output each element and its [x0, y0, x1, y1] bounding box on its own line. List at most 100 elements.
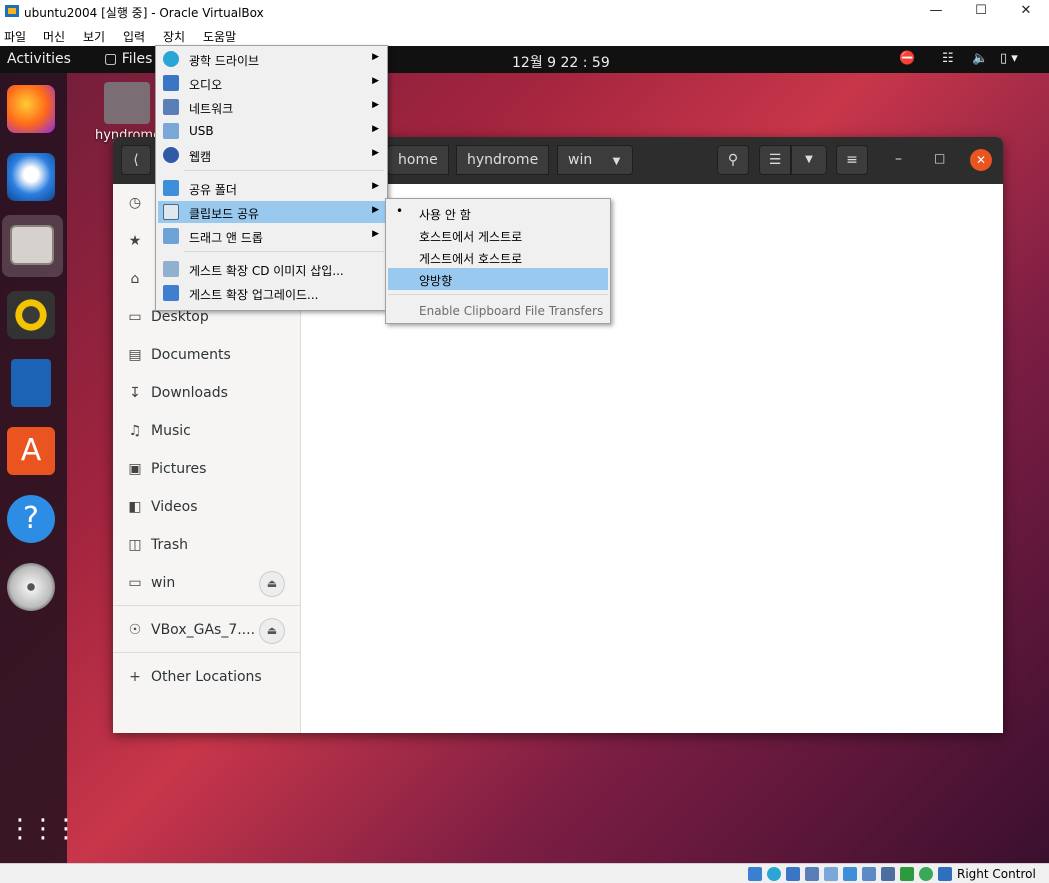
menu-item-bidirectional[interactable]: 양방향 [388, 268, 608, 290]
menu-view[interactable]: 보기 [83, 28, 105, 45]
cpu-icon[interactable] [900, 867, 914, 881]
sidebar-item-label: Videos [151, 499, 198, 515]
sidebar-item-music[interactable]: ♫ Music [113, 413, 301, 451]
menu-item-label: 호스트에서 게스트로 [419, 230, 523, 244]
menu-item-network[interactable]: 네트워크 ▶ [158, 96, 385, 118]
software-center-icon[interactable]: A [7, 427, 55, 475]
minimize-button[interactable]: – [895, 151, 902, 167]
upgrade-icon [163, 285, 179, 301]
breadcrumb-win[interactable]: win ▼ [557, 145, 633, 175]
menu-devices[interactable]: 장치 [163, 28, 185, 45]
sidebar-item-downloads[interactable]: ↧ Downloads [113, 375, 301, 413]
network-icon[interactable]: ☷ [942, 51, 954, 66]
search-button[interactable]: ⚲ [717, 145, 749, 175]
sidebar-divider [113, 652, 301, 653]
menu-item-audio[interactable]: 오디오 ▶ [158, 72, 385, 94]
desktop-icon: ▭ [128, 309, 142, 325]
keyboard-capture-icon[interactable] [938, 867, 952, 881]
minimize-button[interactable]: — [913, 0, 959, 24]
menu-item-label: 웹캠 [189, 150, 212, 164]
menu-input[interactable]: 입력 [123, 28, 145, 45]
menu-item-disabled[interactable]: • 사용 안 함 [388, 202, 608, 224]
menu-item-usb[interactable]: USB ▶ [158, 120, 385, 142]
close-button[interactable]: ✕ [1003, 0, 1049, 24]
firefox-icon[interactable] [7, 85, 55, 133]
clock[interactable]: 12월 9 22 : 59 [512, 52, 610, 72]
sidebar-item-win[interactable]: ▭ win ⏏ [113, 565, 301, 603]
usb-icon [163, 123, 179, 139]
menu-item-label: Enable Clipboard File Transfers [419, 304, 604, 318]
sidebar-item-pictures[interactable]: ▣ Pictures [113, 451, 301, 489]
list-view-button[interactable]: ☰ [759, 145, 791, 175]
breadcrumb-hyndrome[interactable]: hyndrome [456, 145, 550, 175]
vbox-statusbar: Right Control [0, 863, 1049, 883]
files-icon [10, 225, 54, 265]
back-button[interactable]: ⟨ [121, 145, 151, 175]
breadcrumb-home[interactable]: home [387, 145, 449, 175]
rhythmbox-icon[interactable] [7, 291, 55, 339]
menu-machine[interactable]: 머신 [43, 28, 65, 45]
sidebar-item-documents[interactable]: ▤ Documents [113, 337, 301, 375]
optical-disc-icon[interactable] [7, 563, 55, 611]
do-not-disturb-icon[interactable]: ⛔ [899, 51, 915, 66]
menu-item-drag-and-drop[interactable]: 드래그 앤 드롭 ▶ [158, 225, 385, 247]
optical-drive-icon[interactable] [767, 867, 781, 881]
maximize-button[interactable]: □ [934, 151, 945, 165]
maximize-button[interactable]: ☐ [958, 0, 1004, 24]
files-dock-item[interactable] [2, 215, 63, 277]
breadcrumb-win-label: win [568, 152, 593, 168]
battery-icon[interactable]: ▯ ▾ [1000, 51, 1018, 66]
menu-item-insert-guest-additions[interactable]: 게스트 확장 CD 이미지 삽입... [158, 258, 385, 280]
sidebar-item-vbox-gas[interactable]: ☉ VBox_GAs_7.... ⏏ [113, 612, 301, 650]
menu-item-label: USB [189, 124, 214, 138]
view-options-button[interactable]: ▼ [791, 145, 827, 175]
menu-help[interactable]: 도움말 [203, 28, 236, 45]
menu-item-upgrade-guest-additions[interactable]: 게스트 확장 업그레이드... [158, 282, 385, 304]
host-key-label: Right Control [957, 867, 1036, 881]
eject-icon[interactable]: ⏏ [259, 571, 285, 597]
thunderbird-icon[interactable] [7, 153, 55, 201]
eject-icon[interactable]: ⏏ [259, 618, 285, 644]
libreoffice-writer-icon[interactable] [11, 359, 51, 407]
clipboard-icon [163, 204, 179, 220]
activities-button[interactable]: Activities [7, 51, 71, 67]
help-icon[interactable]: ? [7, 495, 55, 543]
shared-folder-icon[interactable] [843, 867, 857, 881]
show-applications-icon[interactable]: ⋮⋮⋮ [7, 807, 79, 855]
menu-file[interactable]: 파일 [4, 28, 26, 45]
chevron-down-icon: ▼ [612, 156, 621, 167]
sidebar-item-videos[interactable]: ◧ Videos [113, 489, 301, 527]
close-button[interactable]: ✕ [970, 149, 992, 171]
volume-icon[interactable]: 🔈 [972, 51, 988, 66]
menu-item-label: 드래그 앤 드롭 [189, 231, 263, 245]
audio-icon[interactable] [786, 867, 800, 881]
app-menu-label: Files [121, 51, 153, 67]
webcam-icon [163, 147, 179, 163]
hard-disk-icon[interactable] [748, 867, 762, 881]
usb-icon[interactable] [824, 867, 838, 881]
recording-icon[interactable] [881, 867, 895, 881]
menu-item-guest-to-host[interactable]: 게스트에서 호스트로 [388, 246, 608, 268]
sidebar-item-trash[interactable]: ◫ Trash [113, 527, 301, 565]
sidebar-item-other-locations[interactable]: + Other Locations [113, 659, 301, 697]
menu-item-label: 사용 안 함 [419, 208, 471, 222]
virtualbox-window: { "window": { "title": "ubuntu2004 [실행 중… [0, 0, 1049, 883]
menu-separator [388, 294, 608, 295]
network-icon[interactable] [805, 867, 819, 881]
menu-item-shared-clipboard[interactable]: 클립보드 공유 ▶ [158, 201, 385, 223]
hamburger-menu-button[interactable]: ≡ [836, 145, 868, 175]
menu-item-shared-folders[interactable]: 공유 폴더 ▶ [158, 177, 385, 199]
app-menu[interactable]: ▢ Files [104, 51, 152, 67]
vbox-menubar: 파일 머신 보기 입력 장치 도움말 [0, 24, 1049, 46]
mouse-integration-icon[interactable] [919, 867, 933, 881]
display-icon[interactable] [862, 867, 876, 881]
menu-item-optical-drive[interactable]: 광학 드라이브 ▶ [158, 48, 385, 70]
home-folder-icon[interactable] [104, 82, 150, 124]
menu-item-host-to-guest[interactable]: 호스트에서 게스트로 [388, 224, 608, 246]
menu-item-label: 게스트에서 호스트로 [419, 252, 523, 266]
menu-item-webcam[interactable]: 웹캠 ▶ [158, 144, 385, 166]
sidebar-item-label: Downloads [151, 385, 228, 401]
sidebar-item-label: Pictures [151, 461, 207, 477]
submenu-arrow-icon: ▶ [372, 52, 379, 62]
menu-separator [184, 170, 384, 171]
